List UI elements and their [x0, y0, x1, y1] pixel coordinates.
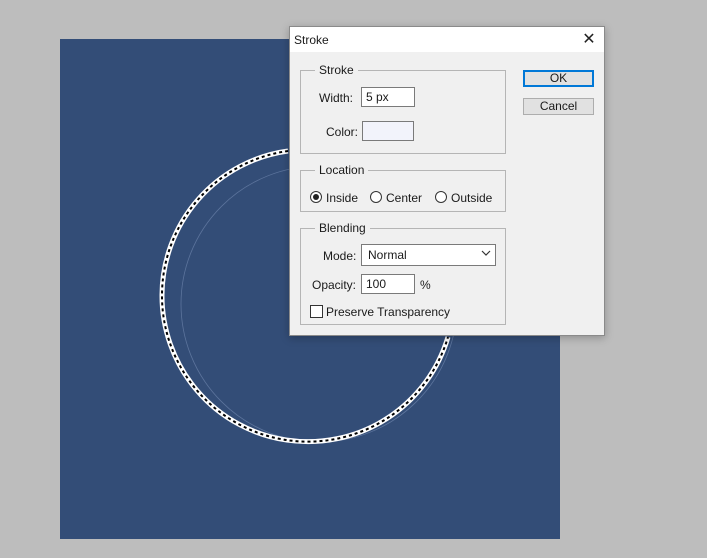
stroke-dialog: Stroke ✕ Stroke Width: 5 px Color: Locat… — [289, 26, 605, 336]
opacity-unit: % — [420, 278, 431, 292]
stroke-group: Stroke Width: 5 px Color: — [300, 63, 506, 154]
stroke-group-legend: Stroke — [315, 63, 358, 77]
color-swatch[interactable] — [362, 121, 414, 141]
opacity-label: Opacity: — [312, 278, 357, 292]
chevron-down-icon — [481, 248, 491, 263]
radio-outside[interactable] — [435, 191, 447, 203]
dialog-title: Stroke — [294, 33, 329, 47]
dialog-titlebar[interactable]: Stroke ✕ — [290, 27, 604, 52]
opacity-input[interactable]: 100 — [361, 274, 415, 294]
preserve-transparency-checkbox[interactable] — [310, 305, 323, 318]
mode-select-value: Normal — [368, 248, 407, 262]
ok-button[interactable]: OK — [523, 70, 594, 87]
location-group-legend: Location — [315, 163, 369, 177]
mode-label: Mode: — [323, 249, 357, 263]
blending-group-legend: Blending — [315, 221, 370, 235]
width-input[interactable]: 5 px — [361, 87, 415, 107]
cancel-button[interactable]: Cancel — [523, 98, 594, 115]
radio-outside-label[interactable]: Outside — [451, 191, 492, 205]
color-label: Color: — [326, 125, 359, 139]
radio-center[interactable] — [370, 191, 382, 203]
blending-group: Blending Mode: Normal Opacity: 100 % Pre… — [300, 221, 506, 325]
preserve-transparency-label[interactable]: Preserve Transparency — [326, 305, 450, 319]
width-label: Width: — [319, 91, 354, 105]
radio-center-label[interactable]: Center — [386, 191, 422, 205]
mode-select[interactable]: Normal — [361, 244, 496, 266]
radio-inside[interactable] — [310, 191, 322, 203]
close-icon[interactable]: ✕ — [578, 29, 600, 51]
location-group: Location Inside Center Outside — [300, 163, 506, 212]
radio-inside-label[interactable]: Inside — [326, 191, 358, 205]
